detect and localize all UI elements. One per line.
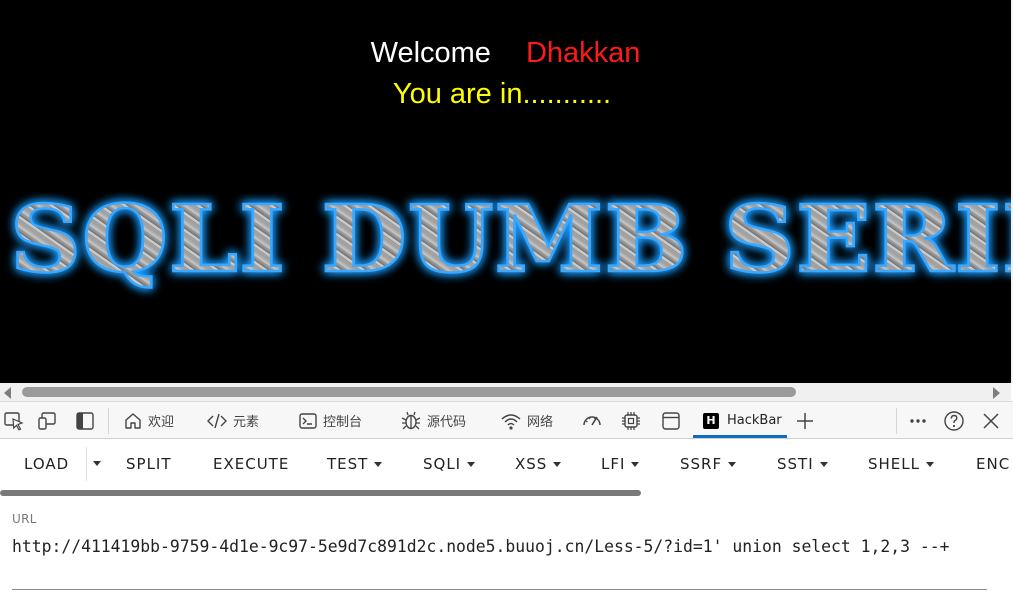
welcome-text: Welcome <box>370 37 491 69</box>
chevron-down-icon <box>728 462 737 467</box>
add-tab-icon[interactable] <box>794 410 816 432</box>
tab-elements[interactable]: 元素 <box>206 402 259 439</box>
ssrf-menu-button[interactable]: SSRF <box>680 454 737 474</box>
ssti-menu-button[interactable]: SSTI <box>777 454 828 474</box>
sqli-menu-button[interactable]: SQLI <box>423 454 476 474</box>
active-tab-indicator <box>693 435 787 438</box>
execute-button[interactable]: EXECUTE <box>213 454 289 474</box>
button-label: SHELL <box>868 455 920 473</box>
scrollbar-thumb[interactable] <box>22 387 796 397</box>
chevron-down-icon <box>926 462 934 467</box>
scroll-left-arrow-icon[interactable] <box>4 387 11 399</box>
tab-sources[interactable]: 源代码 <box>400 402 466 439</box>
devtools-tab-bar: 欢迎 元素 控制台 源代码 网络 H HackBar <box>0 401 1013 439</box>
shell-menu-button[interactable]: SHELL <box>868 454 934 474</box>
banner-graphic: SQLI DUMB SERIES <box>9 184 1011 295</box>
chevron-down-icon <box>631 462 640 467</box>
bug-icon <box>401 411 421 429</box>
cpu-icon[interactable] <box>620 410 642 432</box>
lfi-menu-button[interactable]: LFI <box>601 454 640 474</box>
inspect-element-icon[interactable] <box>3 410 25 432</box>
tab-hackbar[interactable]: H HackBar <box>703 402 782 439</box>
button-label: LFI <box>601 455 626 473</box>
url-input-underline <box>12 589 987 590</box>
login-status-text: You are in........... <box>392 78 612 110</box>
close-icon[interactable] <box>980 410 1002 432</box>
button-label: TEST <box>327 455 369 473</box>
button-label: SSTI <box>777 455 814 473</box>
button-label: XSS <box>515 455 548 473</box>
load-separator <box>86 447 87 481</box>
wifi-icon <box>501 413 521 430</box>
button-label: SSRF <box>680 455 723 473</box>
tab-network[interactable]: 网络 <box>500 402 553 439</box>
scroll-right-arrow-icon[interactable] <box>993 387 1000 399</box>
url-field-label: URL <box>12 512 37 526</box>
page-horizontal-scrollbar[interactable] <box>0 383 1011 401</box>
more-options-icon[interactable] <box>907 410 929 432</box>
welcome-username: Dhakkan <box>525 37 641 69</box>
page-viewport: Welcome Dhakkan You are in........... SQ… <box>0 0 1011 383</box>
toolbar-divider <box>896 408 897 434</box>
tab-label: 网络 <box>527 415 554 430</box>
performance-icon[interactable] <box>581 410 603 432</box>
hackbar-logo-icon: H <box>703 412 719 429</box>
sqli-banner-image: SQLI DUMB SERIES <box>0 168 1011 318</box>
tab-welcome[interactable]: 欢迎 <box>123 402 174 439</box>
banner-title: SQLI DUMB SERIES <box>10 185 1011 293</box>
tab-label: 欢迎 <box>148 415 175 430</box>
home-icon <box>125 412 141 429</box>
help-icon[interactable] <box>943 410 965 432</box>
application-icon[interactable] <box>660 410 682 432</box>
url-input[interactable]: http://411419bb-9759-4d1e-9c97-5e9d7c891… <box>12 533 987 589</box>
chevron-down-icon <box>819 462 828 467</box>
enc-menu-button[interactable]: ENC <box>976 454 1010 474</box>
toolbar-horizontal-scrollbar[interactable] <box>0 490 641 496</box>
dock-panel-icon[interactable] <box>74 410 96 432</box>
chevron-down-icon <box>374 462 383 467</box>
xss-menu-button[interactable]: XSS <box>515 454 562 474</box>
toolbar-divider <box>108 408 109 434</box>
test-menu-button[interactable]: TEST <box>327 454 383 474</box>
code-icon <box>207 413 227 428</box>
chevron-down-icon <box>467 462 476 467</box>
welcome-line: Welcome Dhakkan <box>0 34 1011 72</box>
tab-label: 控制台 <box>323 415 363 430</box>
button-label: SQLI <box>423 455 462 473</box>
chevron-down-icon <box>553 462 562 467</box>
tab-console[interactable]: 控制台 <box>298 402 362 439</box>
tab-label: 元素 <box>233 415 260 430</box>
device-emulation-icon[interactable] <box>37 410 59 432</box>
console-icon <box>299 412 317 429</box>
load-dropdown-chevron-icon[interactable] <box>93 461 101 466</box>
hackbar-toolbar: LOAD SPLIT EXECUTE TEST SQLI XSS LFI SSR… <box>0 439 1013 489</box>
tab-label: HackBar <box>727 413 782 428</box>
tab-label: 源代码 <box>427 415 467 430</box>
split-button[interactable]: SPLIT <box>126 454 172 474</box>
load-button[interactable]: LOAD <box>24 454 69 474</box>
